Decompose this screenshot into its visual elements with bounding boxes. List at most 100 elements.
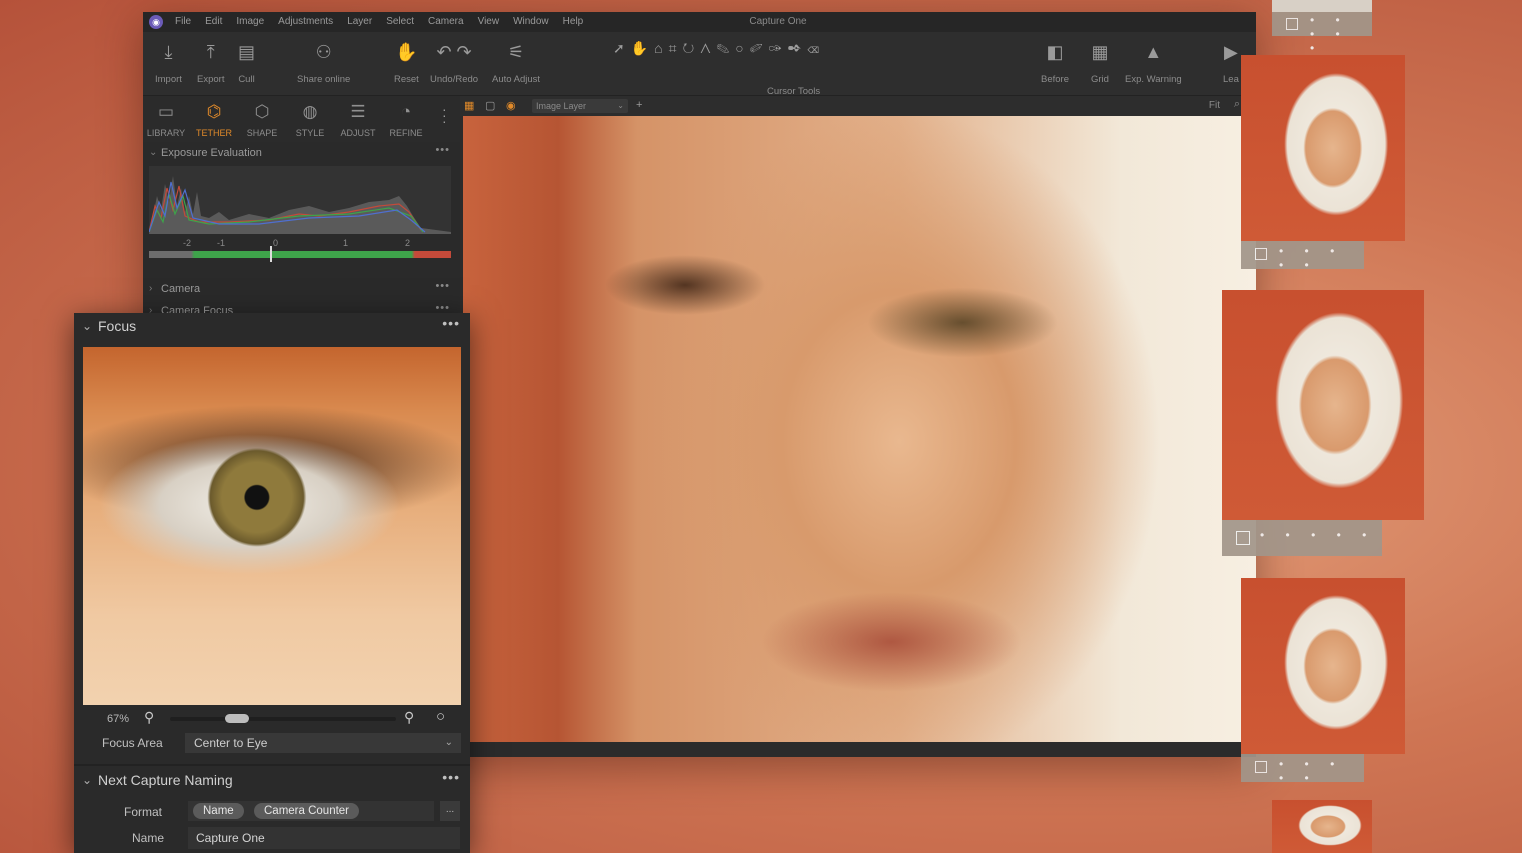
pan-hand-icon[interactable]: ✋ xyxy=(631,40,654,56)
cull-icon: ▤ xyxy=(238,42,256,62)
window-title: Capture One xyxy=(749,16,807,27)
brush-icon[interactable]: ✐ xyxy=(750,40,769,56)
more-options-icon[interactable]: ••• xyxy=(435,275,450,297)
filmstrip-thumbnail[interactable] xyxy=(1272,800,1372,853)
heal-icon[interactable]: ✒ xyxy=(788,40,808,56)
token-camera-counter[interactable]: Camera Counter xyxy=(254,803,360,819)
magic-wand-icon: ⚟ xyxy=(507,42,525,62)
reset-button[interactable]: ✋ Reset xyxy=(394,38,419,85)
gradient-icon[interactable]: ✑ xyxy=(768,40,787,56)
filmstrip-thumbnail-selected[interactable] xyxy=(1222,290,1424,520)
circle-tool-icon[interactable]: ○ xyxy=(735,40,749,56)
tab-style[interactable]: ◍ STYLE xyxy=(287,102,333,138)
chevron-down-icon: ⌄ xyxy=(444,737,453,748)
exposure-marker xyxy=(270,246,272,262)
format-row: Format Name Camera Counter ... xyxy=(74,801,470,823)
zoom-slider[interactable] xyxy=(170,714,396,723)
focus-header[interactable]: ⌄ Focus ••• xyxy=(74,313,470,339)
fit-zoom[interactable]: Fit xyxy=(1209,100,1220,111)
exposure-evaluation-header[interactable]: ⌄ Exposure Evaluation ••• xyxy=(143,142,460,164)
more-options-icon[interactable]: ••• xyxy=(442,310,460,336)
select-checkbox[interactable] xyxy=(1255,248,1267,260)
before-button[interactable]: ◧ Before xyxy=(1041,38,1069,85)
eye-view-icon[interactable]: ◉ xyxy=(506,99,516,112)
grid-icon: ▦ xyxy=(1091,42,1109,62)
more-options-icon[interactable]: ••• xyxy=(442,764,460,790)
import-button[interactable]: ⤓ Import xyxy=(155,38,182,85)
rating-stars[interactable]: • • • • • xyxy=(1279,244,1364,272)
tab-adjust[interactable]: ☰ ADJUST xyxy=(335,102,381,138)
filmstrip-thumbnail[interactable] xyxy=(1241,578,1405,754)
chevron-down-icon: ⌄ xyxy=(149,147,158,158)
rotate-icon[interactable]: ↻ xyxy=(683,40,701,56)
more-options-icon[interactable]: ••• xyxy=(435,139,450,161)
token-name[interactable]: Name xyxy=(193,803,244,819)
single-view-icon[interactable]: ▢ xyxy=(485,99,495,112)
learn-button[interactable]: ▶ Lea xyxy=(1223,38,1239,85)
warning-triangle-icon: ▲ xyxy=(1144,42,1163,62)
eraser-icon[interactable]: ⌫ xyxy=(807,40,824,56)
camera-header[interactable]: › Camera ••• xyxy=(143,278,460,300)
zoom-slider-thumb[interactable] xyxy=(225,714,249,723)
grid-view-icon[interactable]: ▦ xyxy=(464,99,474,112)
format-more-button[interactable]: ... xyxy=(440,801,460,821)
cull-button[interactable]: ▤ Cull xyxy=(238,38,255,85)
focus-preview-image[interactable] xyxy=(83,347,461,705)
histogram-tick: -2 xyxy=(183,238,192,248)
zoom-percent: 67% xyxy=(107,713,130,725)
grid-button[interactable]: ▦ Grid xyxy=(1091,38,1109,85)
loupe-icon[interactable]: ⌂ xyxy=(654,40,668,56)
magnifier-icon[interactable]: ⌕ xyxy=(1234,98,1240,111)
filmstrip-thumbnail[interactable] xyxy=(1241,55,1405,241)
rating-stars[interactable]: • • • • • xyxy=(1260,528,1375,542)
select-checkbox[interactable] xyxy=(1286,18,1298,30)
auto-adjust-button[interactable]: ⚟ Auto Adjust xyxy=(492,38,540,85)
tab-library[interactable]: ▭ LIBRARY xyxy=(143,102,189,138)
next-capture-naming-header[interactable]: ⌄ Next Capture Naming ••• xyxy=(74,767,470,793)
focus-area-select[interactable]: Center to Eye ⌄ xyxy=(185,733,461,753)
share-people-icon: ⚇ xyxy=(315,42,332,62)
layer-select[interactable]: Image Layer ⌄ xyxy=(532,99,628,113)
share-online-button[interactable]: ⚇ Share online xyxy=(297,38,350,85)
chevron-down-icon: ⌄ xyxy=(617,101,624,110)
chevron-right-icon: › xyxy=(149,283,153,294)
rating-stars[interactable]: • • • • • xyxy=(1310,13,1372,55)
reset-hand-icon: ✋ xyxy=(395,42,418,62)
shape-icon: ⬡ xyxy=(254,102,270,121)
exposure-meter xyxy=(149,251,451,258)
export-button[interactable]: ⤒ Export xyxy=(197,38,224,85)
zoom-out-icon[interactable]: ⚲ xyxy=(144,709,154,726)
crop-icon[interactable]: ⌗ xyxy=(669,40,683,56)
tabs-more-icon[interactable]: · · · xyxy=(442,102,447,128)
main-image-viewer[interactable] xyxy=(463,116,1256,742)
folder-icon: ▭ xyxy=(157,102,175,121)
add-layer-icon[interactable]: + xyxy=(636,99,642,111)
filmstrip-thumb-partial[interactable] xyxy=(1272,0,1372,12)
tab-shape[interactable]: ⬡ SHAPE xyxy=(239,102,285,138)
exposure-warning-button[interactable]: ▲ Exp. Warning xyxy=(1125,38,1182,85)
chevron-down-icon: ⌄ xyxy=(82,773,93,787)
rating-stars[interactable]: • • • • • xyxy=(1279,757,1364,785)
tab-refine[interactable]: ◔ REFINE xyxy=(383,102,429,138)
picker-icon[interactable]: ✎ xyxy=(716,40,735,56)
chevron-down-icon: ⌄ xyxy=(82,319,93,333)
divider xyxy=(74,764,470,766)
select-arrow-icon[interactable]: ➚ xyxy=(613,40,631,56)
select-checkbox[interactable] xyxy=(1255,761,1267,773)
select-checkbox[interactable] xyxy=(1236,531,1250,545)
keystone-icon[interactable]: ⋀ xyxy=(700,40,716,56)
thumb-rating-bar: • • • • • xyxy=(1222,520,1382,556)
video-play-icon: ▶ xyxy=(1224,42,1238,62)
loupe-icon[interactable]: ○ xyxy=(436,708,445,725)
name-input[interactable]: Capture One xyxy=(188,827,460,849)
title-bar: ◉ File Edit Image Adjustments Layer Sele… xyxy=(143,12,1256,32)
tab-tether[interactable]: ⌬ TETHER xyxy=(191,102,237,138)
undo-redo-button[interactable]: ↶ ↷ Undo/Redo xyxy=(430,38,478,85)
histogram-tick: -1 xyxy=(217,238,226,248)
export-icon: ⤒ xyxy=(206,42,215,62)
zoom-in-icon[interactable]: ⚲ xyxy=(404,709,414,726)
format-token-field[interactable]: Name Camera Counter xyxy=(188,801,434,821)
import-icon: ⤓ xyxy=(164,42,173,62)
focus-panel: ⌄ Focus ••• 67% ⚲ ⚲ ○ Focus Area Center … xyxy=(74,313,470,853)
tether-camera-icon: ⌬ xyxy=(206,102,222,121)
